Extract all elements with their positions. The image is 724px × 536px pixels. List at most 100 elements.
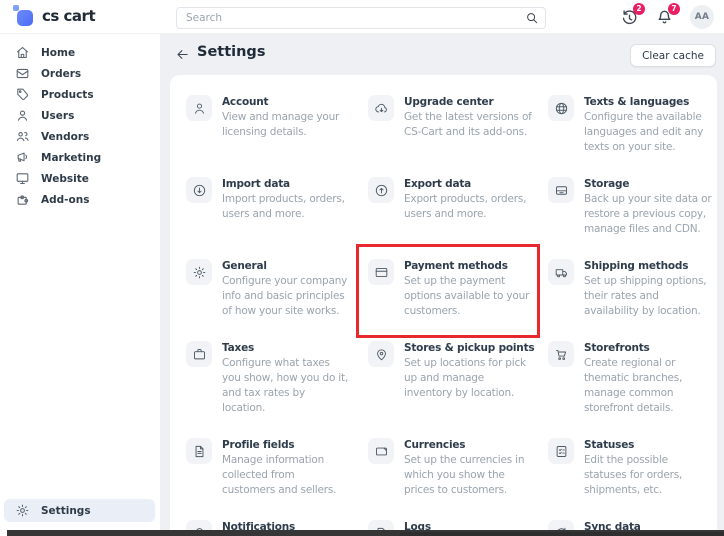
card-description: Set up shipping options, their rates and… [584, 275, 707, 317]
search-bar [176, 6, 546, 29]
card-description: Configure your company info and basic pr… [222, 275, 348, 317]
card-title: Import data [222, 178, 290, 190]
sidebar-item-add-ons[interactable]: Add-ons [0, 189, 160, 210]
settings-card-statuses[interactable]: Statuses Edit the possible statuses for o… [548, 438, 717, 498]
settings-card-profile-fields[interactable]: Profile fields Manage information collect… [186, 438, 368, 498]
cs-cart-admin-app: cs cart 2 7 AA Home Orders Products Users Ve… [0, 0, 724, 536]
window-edge-bar-right [400, 532, 724, 536]
search-input[interactable] [176, 7, 546, 29]
sidebar-item-label: Add-ons [41, 193, 90, 206]
bell-icon[interactable]: 7 [655, 2, 680, 27]
settings-card-shipping-methods[interactable]: Shipping methods Set up shipping options,… [548, 259, 717, 319]
settings-card-storage[interactable]: Storage Back up your site data or restore… [548, 177, 717, 237]
import-icon [186, 177, 212, 203]
settings-card-storefronts[interactable]: Storefronts Create regional or thematic b… [548, 341, 717, 416]
logo[interactable]: cs cart [13, 5, 96, 27]
sidebar-item-website[interactable]: Website [0, 168, 160, 189]
sidebar-item-products[interactable]: Products [0, 84, 160, 105]
sidebar-item-vendors[interactable]: Vendors [0, 126, 160, 147]
sidebar-item-marketing[interactable]: Marketing [0, 147, 160, 168]
sidebar-item-users[interactable]: Users [0, 105, 160, 126]
notifications-badge: 7 [668, 2, 680, 15]
card-description: Edit the possible statuses for orders, s… [584, 454, 683, 496]
briefcase-icon [186, 341, 212, 367]
sidebar-item-label: Marketing [41, 151, 102, 164]
settings-card-account[interactable]: Account View and manage your licensing de… [186, 95, 368, 155]
card-text: Stores & pickup points Set up locations f… [404, 341, 535, 401]
card-text: Account View and manage your licensing de… [222, 95, 350, 140]
user-icon [186, 95, 212, 121]
search-icon [525, 10, 539, 24]
card-text: Taxes Configure what taxes you show, how … [222, 341, 350, 416]
settings-card-general[interactable]: General Configure your company info and b… [186, 259, 368, 319]
card-title: Statuses [584, 439, 635, 451]
orders-icon [15, 66, 30, 81]
card-text: General Configure your company info and b… [222, 259, 350, 319]
sidebar-item-orders[interactable]: Orders [0, 63, 160, 84]
page-header: Settings Clear cache [160, 34, 724, 75]
sidebar-item-label: Home [41, 46, 76, 59]
people-icon [15, 129, 30, 144]
main-area: Settings Clear cache Account View and man… [160, 34, 724, 536]
credit-card-icon [368, 259, 394, 285]
clear-cache-button[interactable]: Clear cache [630, 44, 716, 67]
back-arrow-icon[interactable] [175, 47, 190, 62]
top-header: cs cart 2 7 AA [0, 0, 724, 34]
settings-card-texts-languages[interactable]: Texts & languages Configure the available… [548, 95, 717, 155]
settings-card-upgrade-center[interactable]: Upgrade center Get the latest versions of… [368, 95, 548, 155]
sidebar-item-settings[interactable]: Settings [4, 499, 155, 522]
settings-card-currencies[interactable]: Currencies Set up the currencies in which… [368, 438, 548, 498]
sidebar-item-label: Settings [41, 504, 91, 517]
avatar[interactable]: AA [690, 5, 714, 29]
puzzle-icon [15, 192, 30, 207]
cloud-download-icon [368, 95, 394, 121]
monitor-icon [15, 171, 30, 186]
settings-card-import-data[interactable]: Import data Import products, orders, user… [186, 177, 368, 237]
card-description: Create regional or thematic branches, ma… [584, 357, 683, 414]
checklist-icon [548, 438, 574, 464]
card-text: Storefronts Create regional or thematic b… [584, 341, 712, 416]
sidebar-item-label: Orders [41, 67, 82, 80]
page-title: Settings [197, 44, 266, 60]
card-description: Get the latest versions of CS-Cart and i… [404, 111, 532, 138]
card-title: Account [222, 96, 269, 108]
card-description: Configure the available languages and ed… [584, 111, 704, 153]
gear-icon [186, 259, 212, 285]
history-icon[interactable]: 2 [620, 2, 645, 27]
user-icon [15, 108, 30, 123]
settings-card-payment-methods[interactable]: Payment methods Set up the payment option… [368, 259, 548, 319]
card-text: Texts & languages Configure the available… [584, 95, 712, 155]
settings-card-stores-pickup-points[interactable]: Stores & pickup points Set up locations f… [368, 341, 548, 416]
settings-card-export-data[interactable]: Export data Export products, orders, user… [368, 177, 548, 237]
settings-cards-grid: Account View and manage your licensing de… [170, 75, 717, 536]
card-title: Currencies [404, 439, 466, 451]
card-text: Export data Export products, orders, user… [404, 177, 532, 222]
card-text: Payment methods Set up the payment option… [404, 259, 532, 319]
card-text: Profile fields Manage information collect… [222, 438, 350, 498]
card-title: Storefronts [584, 342, 650, 354]
card-title: Shipping methods [584, 260, 689, 272]
sidebar-nav: Home Orders Products Users Vendors Marketing W… [0, 34, 160, 210]
sidebar-item-home[interactable]: Home [0, 42, 160, 63]
card-title: Export data [404, 178, 472, 190]
card-description: View and manage your licensing details. [222, 111, 340, 138]
card-description: Set up the currencies in which you show … [404, 454, 525, 496]
card-text: Import data Import products, orders, user… [222, 177, 350, 222]
card-description: Import products, orders, users and more. [222, 193, 345, 220]
sidebar-item-label: Vendors [41, 130, 90, 143]
sidebar-item-label: Users [41, 109, 75, 122]
home-icon [15, 45, 30, 60]
cs-cart-logo-icon [13, 5, 35, 27]
card-title: General [222, 260, 267, 272]
settings-card-taxes[interactable]: Taxes Configure what taxes you show, how … [186, 341, 368, 416]
card-text: Upgrade center Get the latest versions of… [404, 95, 532, 140]
map-pin-icon [368, 341, 394, 367]
card-text: Shipping methods Set up shipping options,… [584, 259, 712, 319]
card-description: Configure what taxes you show, how you d… [222, 357, 349, 414]
card-title: Upgrade center [404, 96, 494, 108]
header-actions: 2 7 AA [620, 0, 714, 34]
tag-icon [15, 87, 30, 102]
card-title: Profile fields [222, 439, 295, 451]
card-title: Taxes [222, 342, 255, 354]
card-text: Statuses Edit the possible statuses for o… [584, 438, 712, 498]
